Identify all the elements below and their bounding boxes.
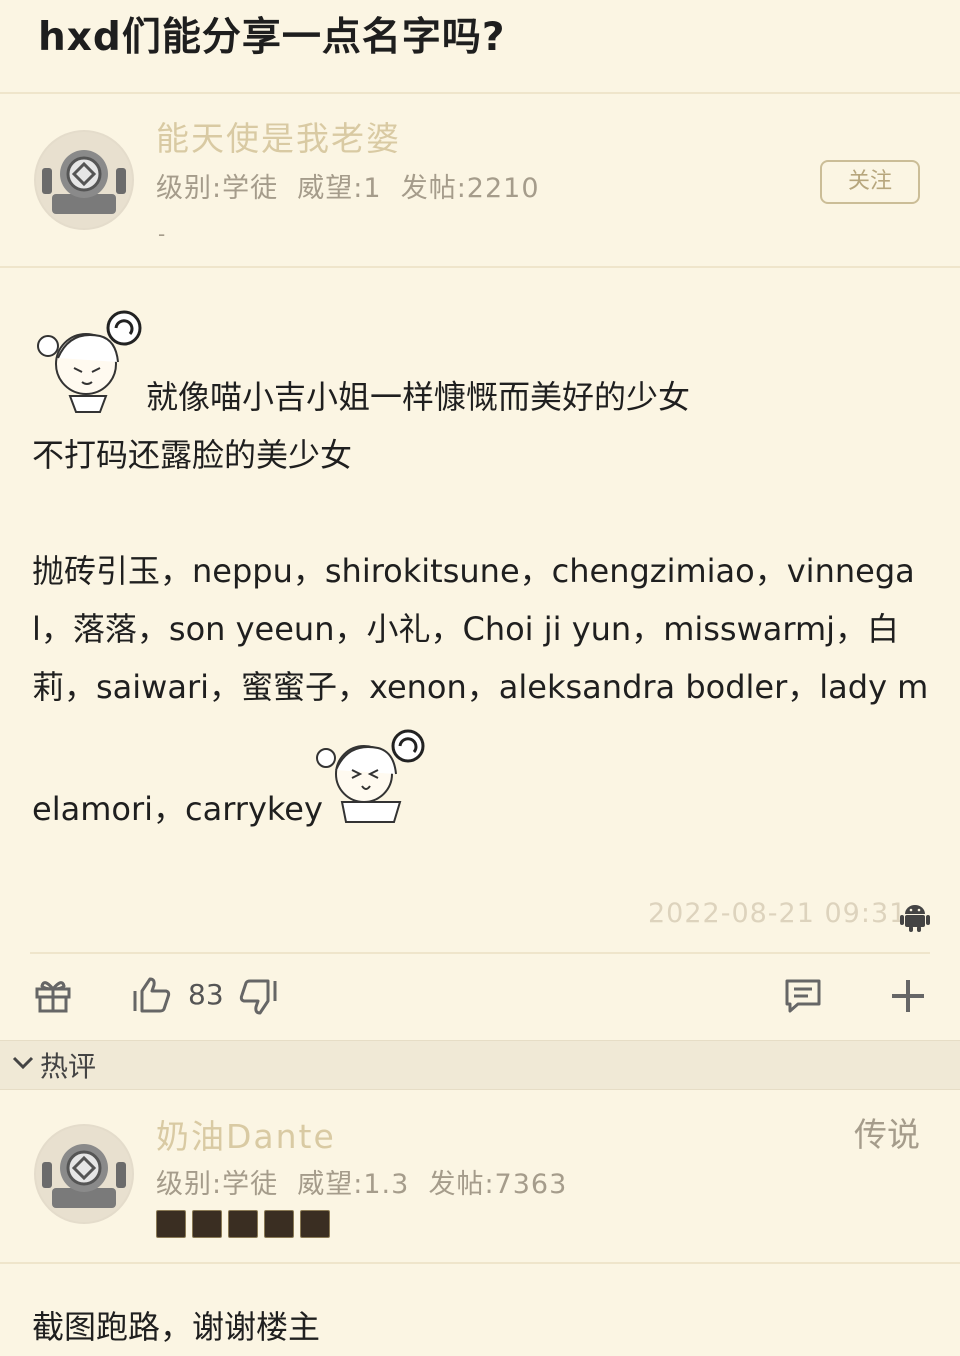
post-line: 抛砖引玉，neppu，shirokitsune，chengzimiao，vinn… (32, 552, 915, 590)
post-timestamp: 2022-08-21 09:31 (648, 898, 908, 929)
post-line: elamori，carrykey (32, 790, 323, 828)
badge-icon (300, 1210, 330, 1238)
author-name[interactable]: 能天使是我老婆 (156, 112, 401, 160)
badge-icon (192, 1210, 222, 1238)
commenter-meta: 级别:学徒 威望:1.3 发帖:7363 (156, 1169, 568, 1200)
comment-icon[interactable] (784, 978, 822, 1018)
divider (0, 1262, 960, 1264)
hot-comments-label: 热评 (40, 1050, 97, 1083)
follow-button[interactable]: 关注 (820, 160, 920, 204)
commenter-badges (156, 1210, 330, 1238)
thumbs-up-icon[interactable] (132, 976, 172, 1018)
divider (0, 92, 960, 94)
comment-text: 截图跑路，谢谢楼主 (32, 1308, 321, 1346)
like-count: 83 (188, 978, 224, 1011)
author-meta: 级别:学徒 威望:1 发帖:2210 (156, 173, 540, 204)
anime-girl-sticker (312, 722, 430, 826)
divider (0, 266, 960, 268)
badge-icon (228, 1210, 258, 1238)
anime-girl-sticker (30, 306, 148, 414)
diver-helmet-icon (36, 132, 132, 228)
commenter-avatar[interactable] (34, 1124, 134, 1224)
diver-helmet-icon (36, 1126, 132, 1222)
post-line: l，落落，son yeeun，小礼，Choi ji yun，misswarmj，… (32, 610, 900, 648)
commenter-rank: 传说 (854, 1115, 920, 1154)
post-line: 莉，saiwari，蜜蜜子，xenon，aleksandra bodler，la… (32, 668, 929, 706)
post-line: 就像喵小吉小姐一样慷慨而美好的少女 (146, 378, 691, 416)
android-icon (900, 902, 930, 936)
chevron-down-icon (12, 1055, 34, 1075)
post-line: 不打码还露脸的美少女 (32, 436, 353, 474)
gift-icon[interactable] (34, 976, 72, 1018)
author-avatar[interactable] (34, 130, 134, 230)
author-signature: - (158, 222, 166, 246)
badge-icon (264, 1210, 294, 1238)
hot-comments-header[interactable]: 热评 (0, 1040, 960, 1090)
badge-icon (156, 1210, 186, 1238)
plus-icon[interactable] (890, 978, 926, 1018)
post-title: hxd们能分享一点名字吗? (38, 15, 506, 60)
divider (30, 952, 930, 954)
commenter-name[interactable]: 奶油Dante (156, 1110, 336, 1158)
thumbs-down-icon[interactable] (238, 978, 278, 1020)
